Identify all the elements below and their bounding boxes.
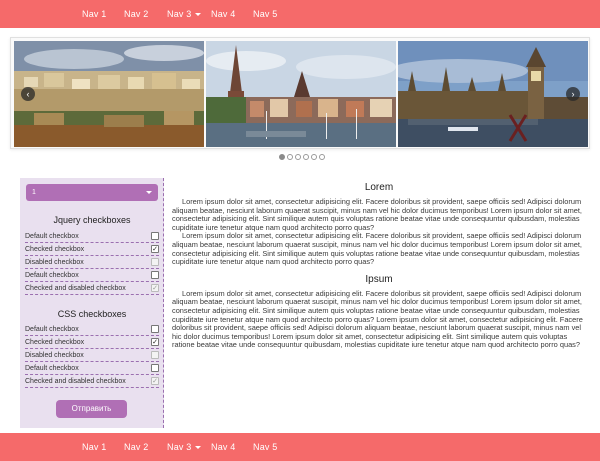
nav-item-3[interactable]: Nav 3	[167, 9, 201, 19]
paragraph: Lorem ipsum dolor sit amet, consectetur …	[172, 197, 582, 232]
checkbox-row[interactable]: Default checkbox	[25, 269, 159, 282]
nav-item-2[interactable]: Nav 2	[124, 442, 149, 452]
checkbox-row[interactable]: Default checkbox	[25, 230, 159, 243]
checkbox[interactable]	[151, 364, 159, 372]
nav-label: Nav 2	[124, 442, 149, 452]
checkbox-label: Default checkbox	[25, 232, 79, 240]
section-heading-lorem: Lorem	[364, 182, 394, 193]
checkbox-checked[interactable]: ✓	[151, 245, 159, 253]
checkbox-label: Default checkbox	[25, 325, 79, 333]
checkbox-label: Disabled checkbox	[25, 258, 84, 266]
nav-item-2[interactable]: Nav 2	[124, 9, 149, 19]
sidebar: 1 Jquery checkboxes Default checkbox Che…	[20, 178, 164, 428]
checkbox-label: Default checkbox	[25, 271, 79, 279]
carousel-indicators	[279, 154, 325, 160]
nav-label: Nav 4	[211, 442, 236, 452]
checkbox-row[interactable]: Checked checkbox ✓	[25, 336, 159, 349]
nav-item-5[interactable]: Nav 5	[253, 442, 278, 452]
nav-item-4[interactable]: Nav 4	[211, 442, 236, 452]
carousel-prev-button[interactable]: ‹	[21, 87, 35, 101]
checkbox[interactable]	[151, 271, 159, 279]
checkbox-label: Checked checkbox	[25, 338, 85, 346]
checkbox-checked[interactable]: ✓	[151, 338, 159, 346]
slide-parliament	[398, 41, 588, 147]
nav-item-1[interactable]: Nav 1	[82, 442, 107, 452]
carousel-dot[interactable]	[287, 154, 293, 160]
bottom-navbar: Nav 1 Nav 2 Nav 3 Nav 4 Nav 5	[0, 433, 600, 461]
checkbox[interactable]	[151, 232, 159, 240]
checkbox-checked-disabled: ✓	[151, 284, 159, 292]
nav-item-1[interactable]: Nav 1	[82, 9, 107, 19]
cityscape-photo	[14, 41, 204, 147]
checkbox-checked-disabled: ✓	[151, 377, 159, 385]
nav-label: Nav 3	[167, 9, 192, 19]
paragraph: Lorem ipsum dolor sit amet, consectetur …	[172, 231, 582, 267]
carousel-dot[interactable]	[319, 154, 325, 160]
section-heading-ipsum: Ipsum	[365, 273, 393, 285]
nav-item-5[interactable]: Nav 5	[253, 9, 278, 19]
checkbox-label: Disabled checkbox	[25, 351, 84, 359]
caret-down-icon	[194, 446, 201, 449]
parliament-big-ben-photo	[398, 41, 588, 147]
carousel-next-button[interactable]: ›	[566, 87, 580, 101]
carousel-dot[interactable]	[303, 154, 309, 160]
nav-label: Nav 5	[253, 442, 278, 452]
number-select[interactable]: 1	[26, 184, 158, 201]
checkbox-label: Checked checkbox	[25, 245, 85, 253]
checkbox[interactable]	[151, 325, 159, 333]
css-checkboxes-title: CSS checkboxes	[57, 309, 127, 319]
slide-church-harbor	[206, 41, 396, 147]
image-carousel: ‹ ›	[10, 37, 590, 149]
nav-label: Nav 5	[253, 9, 278, 19]
checkbox-row: Disabled checkbox	[25, 256, 159, 269]
main-content: Lorem Lorem ipsum dolor sit amet, consec…	[172, 182, 586, 350]
checkbox-row: Checked and disabled checkbox ✓	[25, 375, 159, 388]
checkbox-label: Checked and disabled checkbox	[25, 377, 126, 385]
carousel-dot[interactable]	[311, 154, 317, 160]
nav-item-4[interactable]: Nav 4	[211, 9, 236, 19]
top-navbar: Nav 1 Nav 2 Nav 3 Nav 4 Nav 5	[0, 0, 600, 28]
nav-label: Nav 4	[211, 9, 236, 19]
chevron-down-icon	[146, 191, 152, 194]
checkbox-label: Checked and disabled checkbox	[25, 284, 126, 292]
submit-button[interactable]: Отправить	[56, 400, 127, 418]
nav-label: Nav 2	[124, 9, 149, 19]
carousel-dot[interactable]	[295, 154, 301, 160]
nav-label: Nav 3	[167, 442, 192, 452]
carousel-dot[interactable]	[279, 154, 285, 160]
paragraph: Lorem ipsum dolor sit amet, consectetur …	[172, 288, 583, 350]
checkbox-row: Checked and disabled checkbox ✓	[25, 282, 159, 295]
checkbox-row[interactable]: Default checkbox	[25, 362, 159, 375]
checkbox-disabled	[151, 258, 159, 266]
slide-cityscape	[14, 41, 204, 147]
checkbox-row[interactable]: Default checkbox	[25, 323, 159, 336]
checkbox-label: Default checkbox	[25, 364, 79, 372]
nav-label: Nav 1	[82, 442, 107, 452]
nav-label: Nav 1	[82, 9, 107, 19]
select-value: 1	[32, 189, 36, 196]
checkbox-row: Disabled checkbox	[25, 349, 159, 362]
caret-down-icon	[194, 13, 201, 16]
church-harbor-photo	[206, 41, 396, 147]
checkbox-disabled	[151, 351, 159, 359]
jquery-checkboxes-title: Jquery checkboxes	[53, 215, 131, 225]
checkbox-row[interactable]: Checked checkbox ✓	[25, 243, 159, 256]
nav-item-3[interactable]: Nav 3	[167, 442, 201, 452]
